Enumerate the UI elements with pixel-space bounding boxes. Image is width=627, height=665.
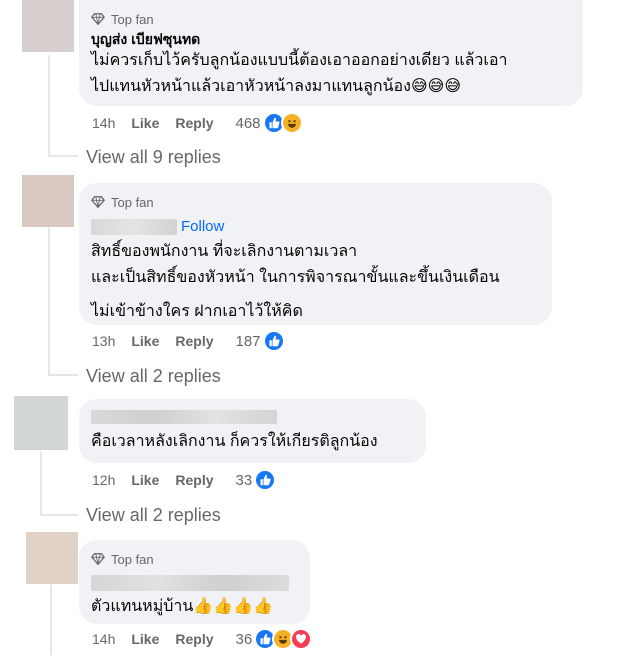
like-icon: [254, 469, 277, 491]
thread-line: [48, 55, 50, 155]
view-replies-link[interactable]: View all 9 replies: [86, 147, 221, 168]
badge-label: Top fan: [111, 194, 154, 210]
avatar[interactable]: [14, 396, 68, 450]
diamond-icon: [91, 553, 105, 566]
top-fan-badge: Top fan: [91, 550, 298, 568]
timestamp[interactable]: 14h: [92, 631, 115, 647]
comment-line: ตัวแทนหมู่บ้าน👍👍👍👍: [91, 598, 274, 615]
timestamp[interactable]: 12h: [92, 472, 115, 488]
avatar[interactable]: [22, 175, 74, 227]
comment-line: ไม่เข้าข้างใคร ฝากเอาไว้ให้คิด: [91, 303, 303, 320]
blurred-author-name: [91, 574, 289, 591]
reaction-count[interactable]: 187: [236, 333, 261, 350]
comment-actions: 12h Like Reply 33: [92, 469, 277, 491]
comment-bubble: Top fan Follow สิทธิ์ของพนักงาน ที่จะเลิ…: [79, 183, 552, 325]
haha-icon: [280, 112, 303, 134]
reactions[interactable]: [262, 112, 303, 134]
comment-actions: 14h Like Reply 468: [92, 112, 303, 134]
reactions[interactable]: [254, 628, 313, 650]
reply-button[interactable]: Reply: [175, 472, 213, 488]
badge-label: Top fan: [111, 11, 154, 27]
thread-line: [50, 585, 52, 655]
view-replies-link[interactable]: View all 2 replies: [86, 505, 221, 526]
diamond-icon: [91, 196, 105, 209]
like-icon: [262, 330, 285, 352]
comment-actions: 13h Like Reply 187: [92, 330, 285, 352]
avatar[interactable]: [22, 0, 74, 52]
comment-line: ไม่ควรเก็บไว้ครับลูกน้องแบบนี้ต้องเอาออก…: [91, 52, 508, 69]
love-icon: [290, 628, 313, 650]
reactions[interactable]: [254, 469, 277, 491]
comment-line: คือเวลาหลังเลิกงาน ก็ควรให้เกียรติลูกน้อ…: [91, 433, 378, 450]
blurred-author-name: [91, 409, 277, 424]
comment-line: ไปแทนหัวหน้าแล้วเอาหัวหน้าลงมาแทนลูกน้อง…: [91, 78, 461, 95]
avatar[interactable]: [26, 532, 78, 584]
comment-bubble: Top fan บุญส่ง เบียฟซุนทด ไม่ควรเก็บไว้ค…: [79, 0, 583, 106]
thread-line: [48, 228, 50, 374]
top-fan-badge: Top fan: [91, 10, 571, 28]
view-replies-link[interactable]: View all 2 replies: [86, 366, 221, 387]
thread-branch: [40, 514, 78, 516]
reaction-count[interactable]: 33: [236, 472, 253, 489]
comment-bubble: Top fan ตัวแทนหมู่บ้าน👍👍👍👍: [79, 540, 310, 624]
comment-bubble: คือเวลาหลังเลิกงาน ก็ควรให้เกียรติลูกน้อ…: [79, 399, 426, 463]
timestamp[interactable]: 13h: [92, 333, 115, 349]
comment-actions: 14h Like Reply 36: [92, 628, 313, 650]
comment-line: และเป็นสิทธิ์ของหัวหน้า ในการพิจารณาขั้น…: [91, 269, 500, 286]
reply-button[interactable]: Reply: [175, 333, 213, 349]
thread-line: [40, 452, 42, 514]
comment-line: สิทธิ์ของพนักงาน ที่จะเลิกงานตามเวลา: [91, 243, 358, 260]
like-button[interactable]: Like: [131, 333, 159, 349]
badge-label: Top fan: [111, 551, 154, 567]
thread-branch: [48, 374, 78, 376]
top-fan-badge: Top fan: [91, 193, 540, 211]
reaction-count[interactable]: 36: [236, 631, 253, 648]
follow-button[interactable]: Follow: [181, 218, 224, 235]
diamond-icon: [91, 13, 105, 26]
thread-branch: [48, 155, 78, 157]
reaction-count[interactable]: 468: [236, 115, 261, 132]
like-button[interactable]: Like: [131, 472, 159, 488]
reactions[interactable]: [262, 330, 285, 352]
like-button[interactable]: Like: [131, 631, 159, 647]
timestamp[interactable]: 14h: [92, 115, 115, 131]
author-name[interactable]: บุญส่ง เบียฟซุนทด: [91, 30, 571, 48]
reply-button[interactable]: Reply: [175, 115, 213, 131]
like-button[interactable]: Like: [131, 115, 159, 131]
blurred-author-name: [91, 219, 177, 235]
reply-button[interactable]: Reply: [175, 631, 213, 647]
